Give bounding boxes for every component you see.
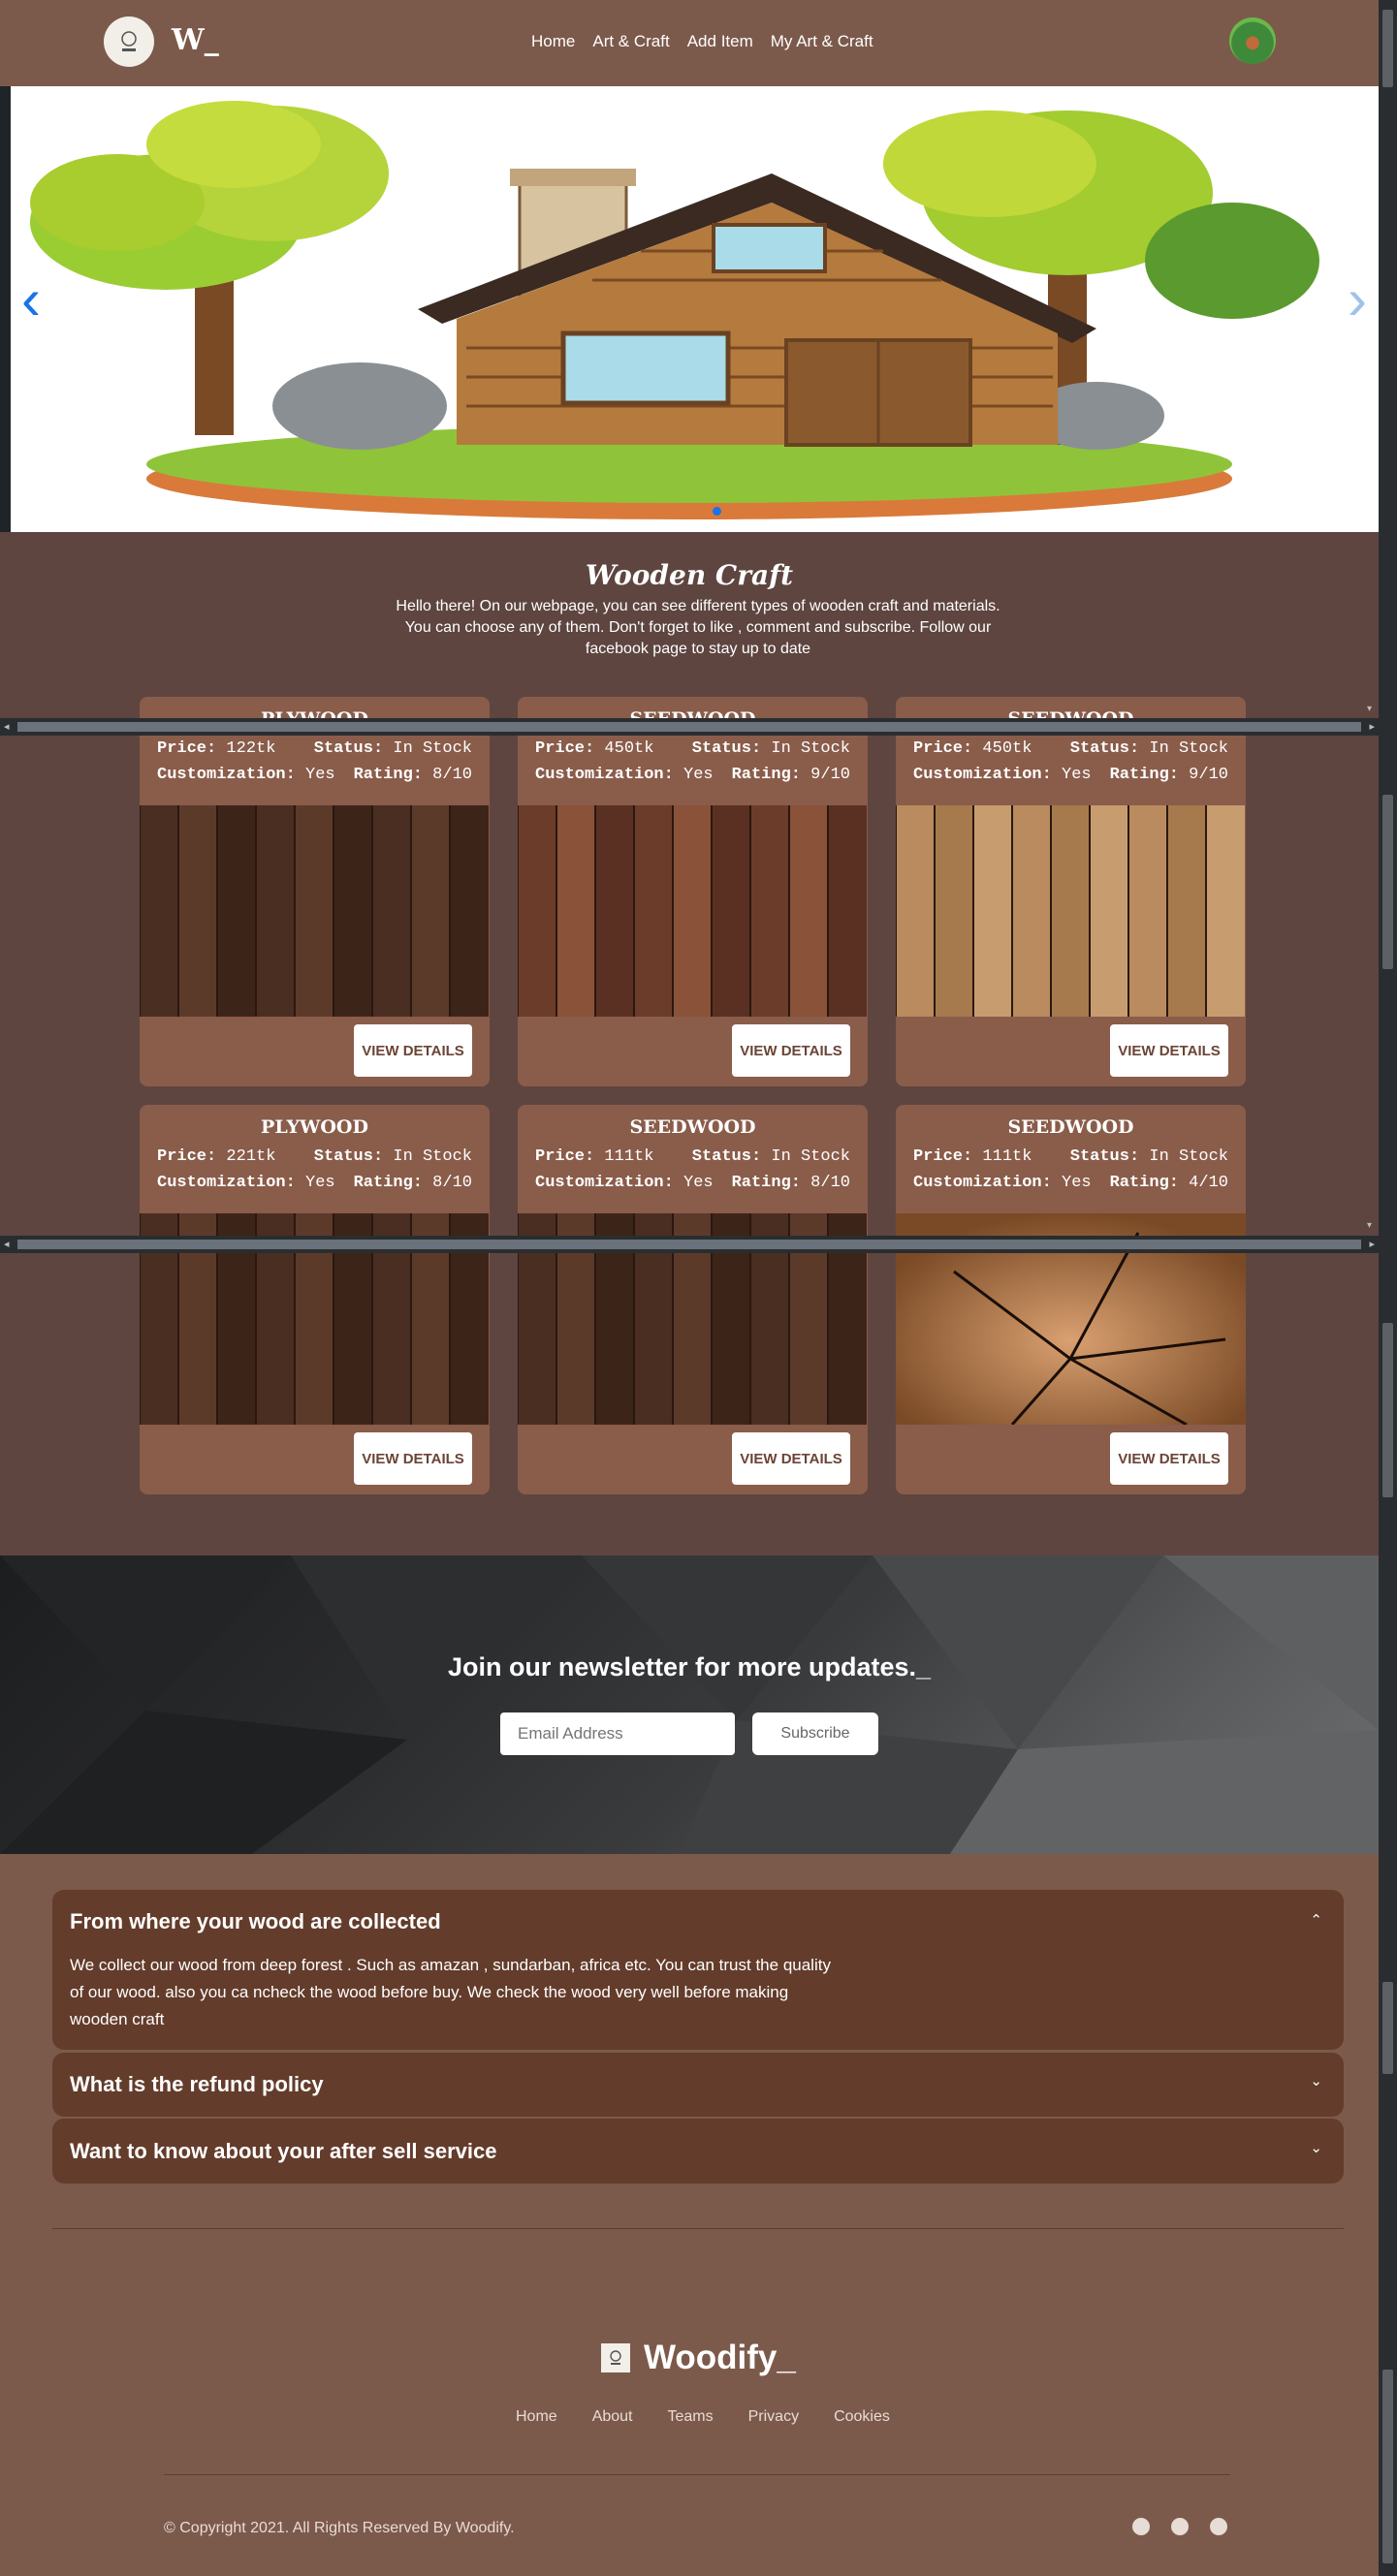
product-card: SEEDWOOD Price: 111tk Status: In Stock C… (896, 1105, 1246, 1494)
carousel-next-button[interactable]: › (1348, 270, 1367, 329)
product-custom-rating: Customization: Yes Rating: 8/10 (157, 1174, 472, 1192)
product-card: SEEDWOOD Price: 111tk Status: In Stock C… (518, 1105, 868, 1494)
product-image (896, 805, 1245, 1017)
footer-brand-name: Woodify_ (644, 2339, 796, 2376)
product-image (518, 805, 867, 1017)
faq-item-after-sell[interactable]: Want to know about your after sell servi… (52, 2119, 1344, 2183)
scroll-down-icon[interactable]: ▾ (1367, 1220, 1379, 1231)
product-custom-rating: Customization: Yes Rating: 8/10 (535, 1174, 850, 1192)
footer-links: Home About Teams Privacy Cookies (516, 2408, 890, 2426)
vertical-scrollbar[interactable] (1379, 0, 1397, 2576)
product-custom-rating: Customization: Yes Rating: 8/10 (157, 766, 472, 784)
facebook-icon[interactable] (1171, 2518, 1189, 2535)
wood-logo-icon (121, 31, 137, 51)
carousel-indicator[interactable] (713, 507, 721, 516)
social-links (1132, 2518, 1227, 2535)
carousel-prev-button[interactable]: ‹ (21, 270, 41, 329)
product-price-status: Price: 450tk Status: In Stock (913, 739, 1228, 758)
chevron-up-icon[interactable]: ⌃ (1310, 1911, 1322, 1929)
footer-link-teams[interactable]: Teams (668, 2408, 714, 2426)
wooden-craft-section: Wooden Craft Hello there! On our webpage… (0, 532, 1379, 1555)
product-custom-rating: Customization: Yes Rating: 9/10 (913, 766, 1228, 784)
nav-links: Home Art & Craft Add Item My Art & Craft (531, 32, 873, 51)
divider (52, 2228, 1344, 2229)
nav-link-art-craft[interactable]: Art & Craft (592, 32, 669, 51)
divider (164, 2474, 1230, 2475)
faq-item-wood-collected[interactable]: From where your wood are collected ⌃ We … (52, 1890, 1344, 2050)
product-custom-rating: Customization: Yes Rating: 9/10 (535, 766, 850, 784)
horizontal-scrollbar[interactable]: ◂▸ (0, 1236, 1379, 1253)
log-cabin-illustration (30, 101, 1319, 519)
view-details-button[interactable]: VIEW DETAILS (354, 1432, 472, 1485)
footer-logo-icon (601, 2343, 630, 2372)
product-card: SEEDWOOD Price: 450tk Status: In Stock C… (518, 697, 868, 1086)
newsletter-section: Join our newsletter for more updates._ S… (0, 1555, 1379, 1854)
product-price-status: Price: 111tk Status: In Stock (535, 1147, 850, 1166)
email-input[interactable] (500, 1712, 735, 1755)
page: W_ Home Art & Craft Add Item My Art & Cr… (0, 0, 1379, 2576)
product-card: PLYWOOD Price: 122tk Status: In Stock Cu… (140, 697, 490, 1086)
navbar: W_ Home Art & Craft Add Item My Art & Cr… (0, 0, 1379, 86)
logo[interactable] (104, 16, 154, 67)
product-card: SEEDWOOD Price: 450tk Status: In Stock C… (896, 697, 1246, 1086)
chevron-down-icon[interactable]: ⌄ (1310, 2072, 1322, 2089)
chevron-down-icon[interactable]: ⌄ (1310, 2139, 1322, 2156)
nav-link-add-item[interactable]: Add Item (687, 32, 753, 51)
product-name: PLYWOOD (261, 1116, 368, 1138)
faq-question[interactable]: From where your wood are collected (70, 1909, 441, 1934)
polygon-background (0, 1555, 1379, 1854)
copyright: © Copyright 2021. All Rights Reserved By… (164, 2520, 515, 2536)
view-details-button[interactable]: VIEW DETAILS (1110, 1432, 1228, 1485)
nav-link-my-art-craft[interactable]: My Art & Craft (771, 32, 873, 51)
product-custom-rating: Customization: Yes Rating: 4/10 (913, 1174, 1228, 1192)
footer-link-about[interactable]: About (592, 2408, 633, 2426)
brand-name[interactable]: W_ (172, 23, 219, 57)
carousel-slide (11, 86, 1379, 532)
view-details-button[interactable]: VIEW DETAILS (1110, 1024, 1228, 1077)
product-name: SEEDWOOD (1007, 1116, 1134, 1138)
scroll-down-icon[interactable]: ▾ (1367, 704, 1379, 714)
subscribe-button[interactable]: Subscribe (752, 1712, 878, 1755)
view-details-button[interactable]: VIEW DETAILS (354, 1024, 472, 1077)
product-name: SEEDWOOD (629, 1116, 756, 1138)
view-details-button[interactable]: VIEW DETAILS (732, 1432, 850, 1485)
product-price-status: Price: 221tk Status: In Stock (157, 1147, 472, 1166)
footer-link-home[interactable]: Home (516, 2408, 557, 2426)
product-price-status: Price: 450tk Status: In Stock (535, 739, 850, 758)
footer-link-privacy[interactable]: Privacy (748, 2408, 799, 2426)
github-icon[interactable] (1210, 2518, 1227, 2535)
user-avatar[interactable] (1229, 17, 1276, 64)
section-description: Hello there! On our webpage, you can see… (396, 598, 1000, 657)
product-price-status: Price: 111tk Status: In Stock (913, 1147, 1228, 1166)
faq-answer: We collect our wood from deep forest . S… (70, 1956, 831, 2028)
faq-question[interactable]: What is the refund policy (70, 2072, 324, 2097)
footer-link-cookies[interactable]: Cookies (834, 2408, 890, 2426)
faq-question[interactable]: Want to know about your after sell servi… (70, 2139, 497, 2164)
product-card: PLYWOOD Price: 221tk Status: In Stock Cu… (140, 1105, 490, 1494)
nav-link-home[interactable]: Home (531, 32, 575, 51)
newsletter-title: Join our newsletter for more updates._ (447, 1652, 932, 1681)
hero-carousel: ‹ › (0, 86, 1379, 532)
faq-item-refund-policy[interactable]: What is the refund policy ⌄ (52, 2053, 1344, 2117)
product-price-status: Price: 122tk Status: In Stock (157, 739, 472, 758)
reddit-icon[interactable] (1132, 2518, 1150, 2535)
horizontal-scrollbar[interactable]: ◂▸ (0, 718, 1379, 736)
footer-brand[interactable]: Woodify_ (601, 2339, 796, 2377)
product-image (140, 805, 489, 1017)
section-title: Wooden Craft (585, 559, 794, 591)
view-details-button[interactable]: VIEW DETAILS (732, 1024, 850, 1077)
